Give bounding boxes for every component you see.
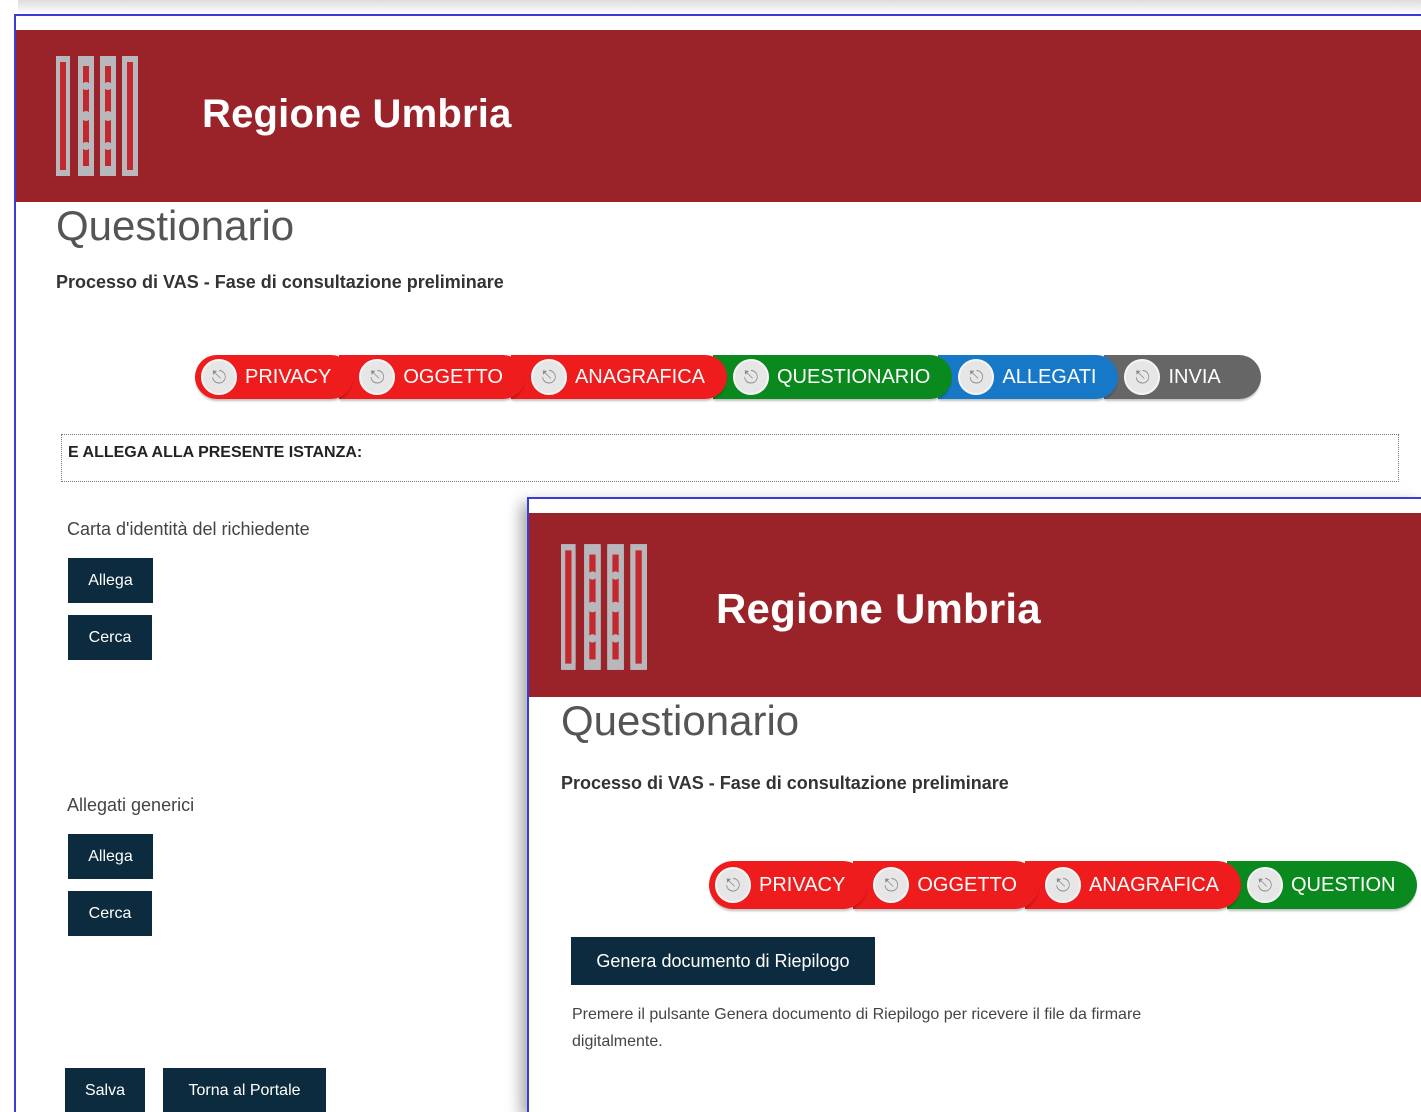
- generic-attachments-label: Allegati generici: [67, 795, 195, 815]
- step-label: OGGETTO: [403, 365, 503, 388]
- step-label: PRIVACY: [759, 873, 846, 896]
- paint-bucket-icon: ⎋: [530, 359, 567, 395]
- search-generic-button[interactable]: Cerca: [68, 891, 152, 936]
- browser-top-edge: [18, 0, 1421, 14]
- paint-bucket-icon: ⎋: [873, 867, 910, 903]
- page-subtitle: Processo di VAS - Fase di consultazione …: [56, 272, 504, 292]
- step-questionario[interactable]: ⎋ QUESTIONARIO: [713, 355, 953, 399]
- paint-bucket-icon: ⎋: [958, 359, 995, 395]
- step-privacy[interactable]: ⎋ PRIVACY: [195, 355, 354, 399]
- paint-bucket-icon: ⎋: [359, 359, 396, 395]
- step-label: QUESTION: [1291, 873, 1396, 896]
- step-questionario[interactable]: ⎋ QUESTION: [1227, 861, 1418, 909]
- page-subtitle: Processo di VAS - Fase di consultazione …: [561, 773, 1009, 793]
- attach-generic-button[interactable]: Allega: [68, 834, 153, 879]
- paint-bucket-icon: ⎋: [201, 359, 237, 395]
- paint-bucket-icon: ⎋: [715, 867, 751, 903]
- step-anagrafica[interactable]: ⎋ ANAGRAFICA: [510, 355, 727, 399]
- questionario-window-riepilogo: Regione Umbria Questionario Processo di …: [527, 497, 1421, 1112]
- attach-id-card-button[interactable]: Allega: [68, 558, 153, 603]
- id-card-label: Carta d'identità del richiedente: [67, 519, 310, 539]
- step-label: ALLEGATI: [1002, 365, 1097, 388]
- section-heading-text: E ALLEGA ALLA PRESENTE ISTANZA:: [68, 444, 363, 461]
- back-to-portal-button[interactable]: Torna al Portale: [163, 1068, 326, 1112]
- step-oggetto[interactable]: ⎋ OGGETTO: [853, 861, 1039, 909]
- help-line-2: digitalmente.: [572, 1033, 663, 1050]
- step-label: QUESTIONARIO: [777, 365, 931, 388]
- wizard-steps: ⎋ PRIVACY ⎋ OGGETTO ⎋ ANAGRAFICA ⎋ QUEST…: [709, 861, 1418, 909]
- step-label: INVIA: [1168, 365, 1221, 388]
- paint-bucket-icon: ⎋: [1044, 867, 1081, 903]
- step-label: ANAGRAFICA: [574, 365, 705, 388]
- step-privacy[interactable]: ⎋ PRIVACY: [709, 861, 868, 909]
- step-invia[interactable]: ⎋ INVIA: [1104, 355, 1261, 399]
- search-id-card-button[interactable]: Cerca: [68, 615, 152, 660]
- wizard-steps: ⎋ PRIVACY ⎋ OGGETTO ⎋ ANAGRAFICA ⎋ QUEST…: [195, 355, 1261, 399]
- brand-title: Regione Umbria: [716, 585, 1041, 632]
- step-oggetto[interactable]: ⎋ OGGETTO: [339, 355, 525, 399]
- help-line-1: Premere il pulsante Genera documento di …: [572, 1006, 1142, 1023]
- page-title: Questionario: [561, 697, 800, 744]
- site-header: Regione Umbria: [529, 513, 1421, 697]
- step-label: PRIVACY: [245, 365, 332, 388]
- brand-title: Regione Umbria: [202, 92, 512, 136]
- regione-umbria-logo: [56, 56, 138, 176]
- paint-bucket-icon: ⎋: [1247, 867, 1283, 903]
- step-allegati[interactable]: ⎋ ALLEGATI: [938, 355, 1119, 399]
- step-anagrafica[interactable]: ⎋ ANAGRAFICA: [1024, 861, 1241, 909]
- save-button[interactable]: Salva: [65, 1068, 145, 1112]
- generate-summary-button[interactable]: Genera documento di Riepilogo: [571, 937, 875, 985]
- regione-umbria-logo: [561, 544, 647, 670]
- step-label: ANAGRAFICA: [1088, 873, 1219, 896]
- paint-bucket-icon: ⎋: [733, 359, 769, 395]
- paint-bucket-icon: ⎋: [1124, 359, 1161, 395]
- site-header: Regione Umbria: [16, 30, 1421, 202]
- page-title: Questionario: [56, 202, 295, 249]
- summary-help-text: Premere il pulsante Genera documento di …: [572, 1001, 1272, 1055]
- attachments-section-heading: E ALLEGA ALLA PRESENTE ISTANZA:: [61, 434, 1399, 482]
- step-label: OGGETTO: [917, 873, 1017, 896]
